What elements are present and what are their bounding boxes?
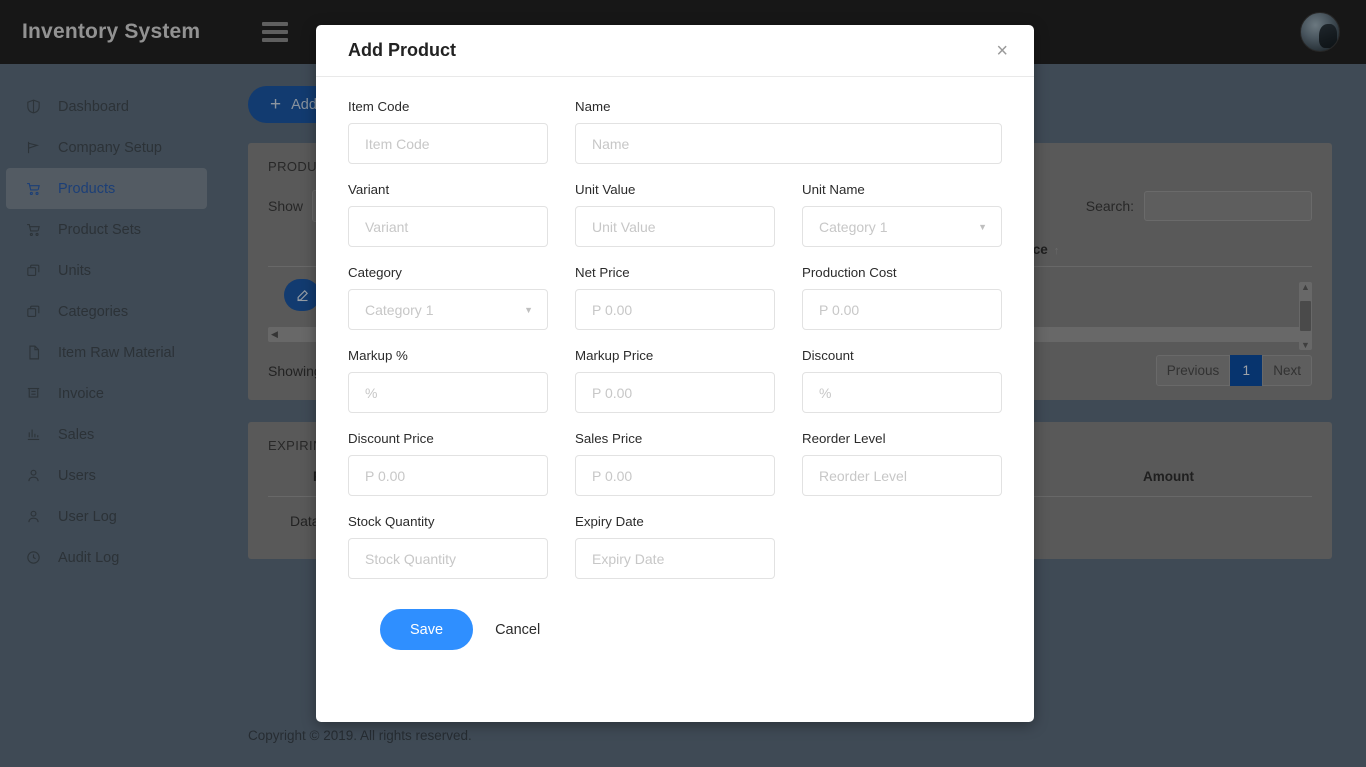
item-code-input[interactable]: [348, 123, 548, 164]
label-markup-price: Markup Price: [575, 348, 654, 363]
label-discount: Discount: [802, 348, 854, 363]
chevron-down-icon: ▼: [524, 304, 533, 315]
app-root: Inventory System Dashboard Company Setup…: [0, 0, 1366, 767]
field-item-code: Item Code: [348, 99, 548, 164]
discount-input[interactable]: [802, 372, 1002, 413]
cancel-button[interactable]: Cancel: [487, 622, 548, 638]
field-net-price: Net Price: [575, 265, 775, 330]
category-select[interactable]: Category 1 ▼: [348, 289, 548, 330]
sales-price-input[interactable]: [575, 455, 775, 496]
label-expiry-date: Expiry Date: [575, 514, 644, 529]
form-row-6: Stock Quantity Expiry Date: [348, 514, 1002, 579]
label-net-price: Net Price: [575, 265, 630, 280]
form-row-3: Category Category 1 ▼ Net Price Producti…: [348, 265, 1002, 330]
label-variant: Variant: [348, 182, 390, 197]
production-cost-input[interactable]: [802, 289, 1002, 330]
markup-percent-input[interactable]: [348, 372, 548, 413]
field-variant: Variant: [348, 182, 548, 247]
label-markup-percent: Markup %: [348, 348, 408, 363]
field-markup-price: Markup Price: [575, 348, 775, 413]
field-reorder-level: Reorder Level: [802, 431, 1002, 496]
category-selected-value: Category 1: [365, 301, 434, 318]
label-production-cost: Production Cost: [802, 265, 897, 280]
label-unit-value: Unit Value: [575, 182, 636, 197]
stock-quantity-input[interactable]: [348, 538, 548, 579]
field-spacer: [802, 514, 1002, 579]
modal-body: Item Code Name Variant Unit Value: [316, 77, 1034, 722]
reorder-level-input[interactable]: [802, 455, 1002, 496]
label-stock-quantity: Stock Quantity: [348, 514, 435, 529]
label-name: Name: [575, 99, 611, 114]
field-production-cost: Production Cost: [802, 265, 1002, 330]
form-row-1: Item Code Name: [348, 99, 1002, 164]
label-unit-name: Unit Name: [802, 182, 865, 197]
variant-input[interactable]: [348, 206, 548, 247]
field-category: Category Category 1 ▼: [348, 265, 548, 330]
unit-value-input[interactable]: [575, 206, 775, 247]
unit-name-select[interactable]: Category 1 ▼: [802, 206, 1002, 247]
field-stock-quantity: Stock Quantity: [348, 514, 548, 579]
discount-price-input[interactable]: [348, 455, 548, 496]
form-row-5: Discount Price Sales Price Reorder Level: [348, 431, 1002, 496]
unit-name-selected-value: Category 1: [819, 218, 888, 235]
label-reorder-level: Reorder Level: [802, 431, 886, 446]
form-row-4: Markup % Markup Price Discount: [348, 348, 1002, 413]
close-icon[interactable]: ×: [990, 37, 1014, 65]
chevron-down-icon: ▼: [978, 221, 987, 232]
modal-header: Add Product ×: [316, 25, 1034, 77]
field-markup-percent: Markup %: [348, 348, 548, 413]
field-sales-price: Sales Price: [575, 431, 775, 496]
label-category: Category: [348, 265, 402, 280]
expiry-date-input[interactable]: [575, 538, 775, 579]
name-input[interactable]: [575, 123, 1002, 164]
label-item-code: Item Code: [348, 99, 410, 114]
field-unit-value: Unit Value: [575, 182, 775, 247]
field-unit-name: Unit Name Category 1 ▼: [802, 182, 1002, 247]
label-discount-price: Discount Price: [348, 431, 434, 446]
add-product-modal: Add Product × Item Code Name Variant: [316, 25, 1034, 722]
field-discount: Discount: [802, 348, 1002, 413]
field-discount-price: Discount Price: [348, 431, 548, 496]
save-button[interactable]: Save: [380, 609, 474, 650]
field-name: Name: [575, 99, 1002, 164]
markup-price-input[interactable]: [575, 372, 775, 413]
form-row-2: Variant Unit Value Unit Name Category 1 …: [348, 182, 1002, 247]
label-sales-price: Sales Price: [575, 431, 643, 446]
modal-actions: Save Cancel: [348, 597, 1002, 650]
field-expiry-date: Expiry Date: [575, 514, 775, 579]
net-price-input[interactable]: [575, 289, 775, 330]
modal-title: Add Product: [348, 40, 456, 60]
